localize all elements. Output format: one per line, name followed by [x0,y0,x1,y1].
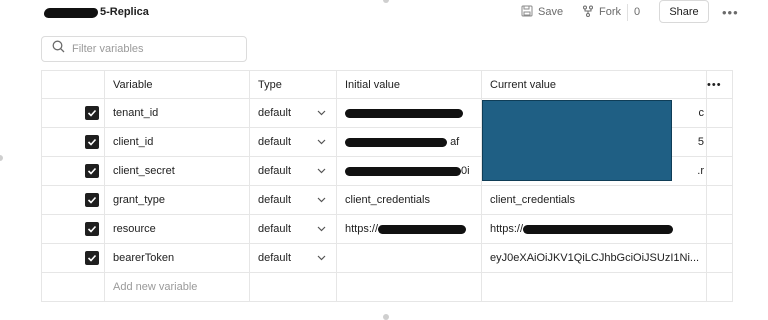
checkmark-icon [87,196,97,204]
title-suffix: 5-Replica [100,6,149,18]
type-select[interactable]: default [249,127,337,157]
share-button[interactable]: Share [659,0,709,23]
chevron-down-icon [317,136,326,148]
table-row: grant_type default client_credentials cl… [41,185,733,215]
redaction-overlay [482,100,672,181]
current-value[interactable]: eyJ0eXAiOiJKV1QiLCJhbGciOiJSUzI1Ni... [481,243,707,273]
variable-name[interactable]: client_secret [104,156,250,186]
save-button[interactable]: Save [521,3,563,21]
edge-handle [0,155,3,161]
initial-value[interactable]: 0i [336,156,482,186]
redaction-mark [523,224,674,234]
type-value: default [258,223,292,235]
type-select[interactable]: default [249,98,337,128]
checkmark-icon [87,254,97,262]
current-value-text: .r [697,165,704,177]
type-value: default [258,252,292,264]
filter-box[interactable] [41,36,247,62]
variable-name[interactable]: bearerToken [104,243,250,273]
chevron-down-icon [317,223,326,235]
initial-value[interactable] [336,98,482,128]
column-header-current: Current value [481,70,707,99]
enabled-checkbox[interactable] [85,106,99,120]
enabled-checkbox[interactable] [85,164,99,178]
table-row: bearerToken default eyJ0eXAiOiJKV1QiLCJh… [41,243,733,273]
type-value: default [258,194,292,206]
column-header-type: Type [249,70,337,99]
edge-handle [383,314,389,320]
fork-button[interactable]: Fork [582,3,621,21]
initial-value[interactable]: af [336,127,482,157]
add-new-variable[interactable]: Add new variable [104,272,250,302]
type-select[interactable]: default [249,185,337,215]
current-value-text: c [698,107,705,119]
more-actions-icon[interactable]: ••• [722,5,739,20]
search-icon [42,40,65,58]
enabled-checkbox[interactable] [85,135,99,149]
redaction-mark [378,224,467,234]
table-header-row: Variable Type Initial value Current valu… [41,70,733,99]
current-value[interactable]: client_credentials [481,185,707,215]
variable-name[interactable]: client_id [104,127,250,157]
initial-value[interactable] [336,243,482,273]
variable-name[interactable]: tenant_id [104,98,250,128]
chevron-down-icon [317,107,326,119]
initial-value-text: af [450,136,460,148]
enabled-checkbox[interactable] [85,193,99,207]
checkmark-icon [87,138,97,146]
chevron-down-icon [317,194,326,206]
redaction-mark [345,137,447,147]
top-bar: 5-Replica Save Fork 0 Share ••• [0,0,768,26]
current-value-text: 5 [697,136,704,148]
initial-value[interactable]: https:// [336,214,482,244]
redaction-mark [345,108,463,118]
type-value: default [258,107,292,119]
variable-name[interactable]: grant_type [104,185,250,215]
variable-name[interactable]: resource [104,214,250,244]
fork-count: 0 [634,6,641,18]
toolbar-divider [627,4,628,21]
current-value-text: https:// [490,223,524,235]
filter-input[interactable] [72,43,232,55]
table-row: resource default https:// https:// [41,214,733,244]
save-icon [521,5,533,20]
columns-menu-icon[interactable]: ••• [706,70,733,99]
type-select[interactable]: default [249,243,337,273]
enabled-checkbox[interactable] [85,222,99,236]
chevron-down-icon [317,252,326,264]
fork-icon [582,5,594,20]
add-variable-row: Add new variable [41,272,733,302]
column-header-initial: Initial value [336,70,482,99]
save-label: Save [538,6,564,18]
type-value: default [258,136,292,148]
checkbox-column-header [41,70,105,99]
type-select[interactable]: default [249,156,337,186]
current-value[interactable]: https:// [481,214,707,244]
chevron-down-icon [317,165,326,177]
checkmark-icon [87,109,97,117]
fork-label: Fork [599,6,621,18]
redaction-mark [43,8,99,18]
column-header-variable: Variable [104,70,250,99]
initial-value-text: https:// [345,223,379,235]
initial-value-text: 0i [461,165,470,177]
checkmark-icon [87,225,97,233]
enabled-checkbox[interactable] [85,251,99,265]
redaction-mark [345,166,461,176]
type-select[interactable]: default [249,214,337,244]
type-value: default [258,165,292,177]
initial-value[interactable]: client_credentials [336,185,482,215]
checkmark-icon [87,167,97,175]
